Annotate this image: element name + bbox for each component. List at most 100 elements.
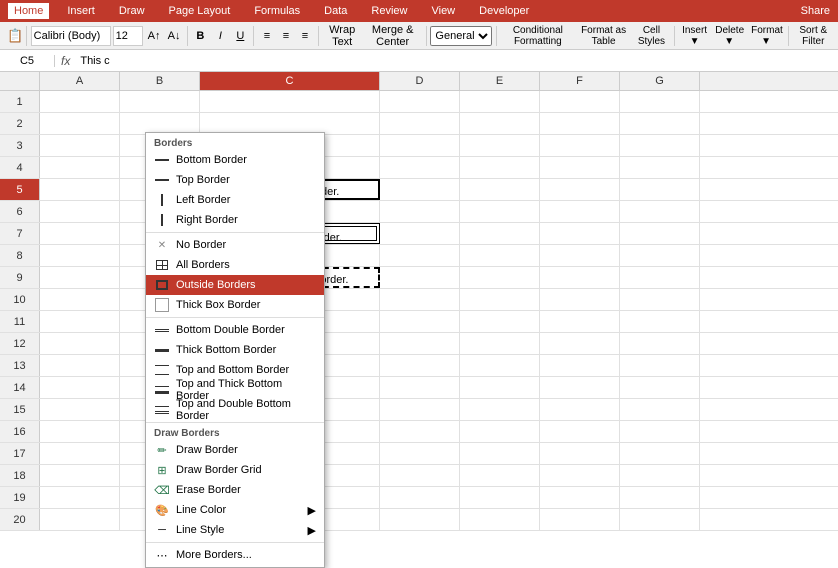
menu-item-line-color[interactable]: 🎨 Line Color ▶ [146, 500, 324, 520]
table-row: 12 [0, 333, 838, 355]
font-size-decrease-button[interactable]: A↓ [165, 29, 183, 43]
menu-item-bottom-double-border[interactable]: Bottom Double Border [146, 320, 324, 340]
right-border-icon [154, 213, 170, 227]
table-row: 16 [0, 421, 838, 443]
outside-borders-icon [154, 278, 170, 292]
draw-border-label: Draw Border [176, 444, 238, 456]
table-row: 15 [0, 399, 838, 421]
top-double-bottom-border-icon [154, 403, 170, 417]
cell-styles-button[interactable]: Cell Styles [633, 24, 671, 48]
row-num-1: 1 [0, 91, 40, 112]
all-borders-icon [154, 258, 170, 272]
tab-view[interactable]: View [425, 3, 461, 19]
menu-item-bottom-border[interactable]: Bottom Border [146, 150, 324, 170]
erase-border-label: Erase Border [176, 484, 241, 496]
row-num-8: 8 [0, 245, 40, 266]
menu-item-draw-border[interactable]: ✏ Draw Border [146, 440, 324, 460]
menu-item-line-style[interactable]: ─ Line Style ▶ [146, 520, 324, 540]
thick-bottom-border-label: Thick Bottom Border [176, 344, 276, 356]
no-border-icon: ✕ [154, 238, 170, 252]
menu-separator-1 [146, 232, 324, 233]
row-num-19: 19 [0, 487, 40, 508]
table-row: 4 [0, 157, 838, 179]
bottom-double-border-label: Bottom Double Border [176, 324, 285, 336]
table-row: 19 [0, 487, 838, 509]
row-num-15: 15 [0, 399, 40, 420]
menu-item-top-double-bottom-border[interactable]: Top and Double Bottom Border [146, 400, 324, 420]
col-header-g: G [620, 72, 700, 90]
font-name-input[interactable] [31, 26, 111, 46]
formula-bar: C5 fx [0, 50, 838, 72]
table-row: 1 [0, 91, 838, 113]
row-num-17: 17 [0, 443, 40, 464]
col-header-b: B [120, 72, 200, 90]
col-header-c[interactable]: C [200, 72, 380, 90]
wrap-text-button[interactable]: Wrap Text [323, 23, 362, 49]
align-right-button[interactable]: ≡ [296, 29, 314, 43]
table-row: 14 [0, 377, 838, 399]
tab-formulas[interactable]: Formulas [248, 3, 306, 19]
menu-item-more-borders[interactable]: ⋯ More Borders... [146, 545, 324, 565]
menu-item-thick-box-border[interactable]: Thick Box Border [146, 295, 324, 315]
ribbon: Home Insert Draw Page Layout Formulas Da… [0, 0, 838, 22]
draw-border-icon: ✏ [154, 443, 170, 457]
format-as-table-button[interactable]: Format as Table [577, 24, 631, 48]
menu-item-outside-borders[interactable]: Outside Borders [146, 275, 324, 295]
row-num-11: 11 [0, 311, 40, 332]
menu-item-top-bottom-border[interactable]: Top and Bottom Border [146, 360, 324, 380]
italic-button[interactable]: I [211, 29, 229, 43]
row-num-9: 9 [0, 267, 40, 288]
menu-item-all-borders[interactable]: All Borders [146, 255, 324, 275]
bottom-border-label: Bottom Border [176, 154, 247, 166]
menu-item-left-border[interactable]: Left Border [146, 190, 324, 210]
conditional-formatting-button[interactable]: Conditional Formatting [501, 24, 575, 48]
tab-draw[interactable]: Draw [113, 3, 151, 19]
font-size-input[interactable] [113, 26, 143, 46]
cell-reference[interactable]: C5 [0, 55, 55, 67]
menu-item-top-thick-bottom-border[interactable]: Top and Thick Bottom Border [146, 380, 324, 400]
table-row: 3Current Border Styles: [0, 135, 838, 157]
row-num-13: 13 [0, 355, 40, 376]
menu-item-no-border[interactable]: ✕ No Border [146, 235, 324, 255]
format-button[interactable]: Format ▼ [748, 24, 784, 48]
share-button[interactable]: Share [801, 5, 830, 17]
table-row: 9nded by a broken line border. [0, 267, 838, 289]
bold-button[interactable]: B [191, 29, 209, 43]
line-color-arrow-icon: ▶ [308, 504, 316, 517]
sort-filter-button[interactable]: Sort & Filter [793, 24, 834, 48]
table-row: 10 [0, 289, 838, 311]
left-border-icon [154, 193, 170, 207]
number-format-select[interactable]: General [430, 26, 492, 46]
underline-button[interactable]: U [231, 29, 249, 43]
tab-home[interactable]: Home [8, 3, 49, 19]
menu-separator-4 [146, 542, 324, 543]
menu-item-right-border[interactable]: Right Border [146, 210, 324, 230]
formula-input[interactable] [76, 55, 838, 67]
menu-item-draw-border-grid[interactable]: ⊞ Draw Border Grid [146, 460, 324, 480]
top-border-label: Top Border [176, 174, 230, 186]
table-row: 5rounded by a single border. [0, 179, 838, 201]
font-size-increase-button[interactable]: A↑ [145, 29, 163, 43]
tab-developer[interactable]: Developer [473, 3, 535, 19]
align-left-button[interactable]: ≡ [258, 29, 276, 43]
tab-insert[interactable]: Insert [61, 3, 101, 19]
align-center-button[interactable]: ≡ [277, 29, 295, 43]
draw-border-grid-icon: ⊞ [154, 463, 170, 477]
menu-item-erase-border[interactable]: ⌫ Erase Border [146, 480, 324, 500]
tab-page-layout[interactable]: Page Layout [163, 3, 237, 19]
thick-bottom-border-icon [154, 343, 170, 357]
line-color-icon: 🎨 [154, 503, 170, 517]
tab-review[interactable]: Review [365, 3, 413, 19]
paste-button[interactable]: 📋 [4, 27, 22, 45]
delete-button[interactable]: Delete ▼ [712, 24, 746, 48]
tab-data[interactable]: Data [318, 3, 353, 19]
merge-center-button[interactable]: Merge & Center [364, 23, 422, 49]
row-num-6: 6 [0, 201, 40, 222]
menu-section-borders-label: Borders [146, 135, 324, 150]
menu-item-top-border[interactable]: Top Border [146, 170, 324, 190]
col-header-a: A [40, 72, 120, 90]
insert-button[interactable]: Insert ▼ [679, 24, 710, 48]
row-num-12: 12 [0, 333, 40, 354]
menu-item-thick-bottom-border[interactable]: Thick Bottom Border [146, 340, 324, 360]
thick-box-border-checkbox[interactable] [154, 298, 170, 312]
